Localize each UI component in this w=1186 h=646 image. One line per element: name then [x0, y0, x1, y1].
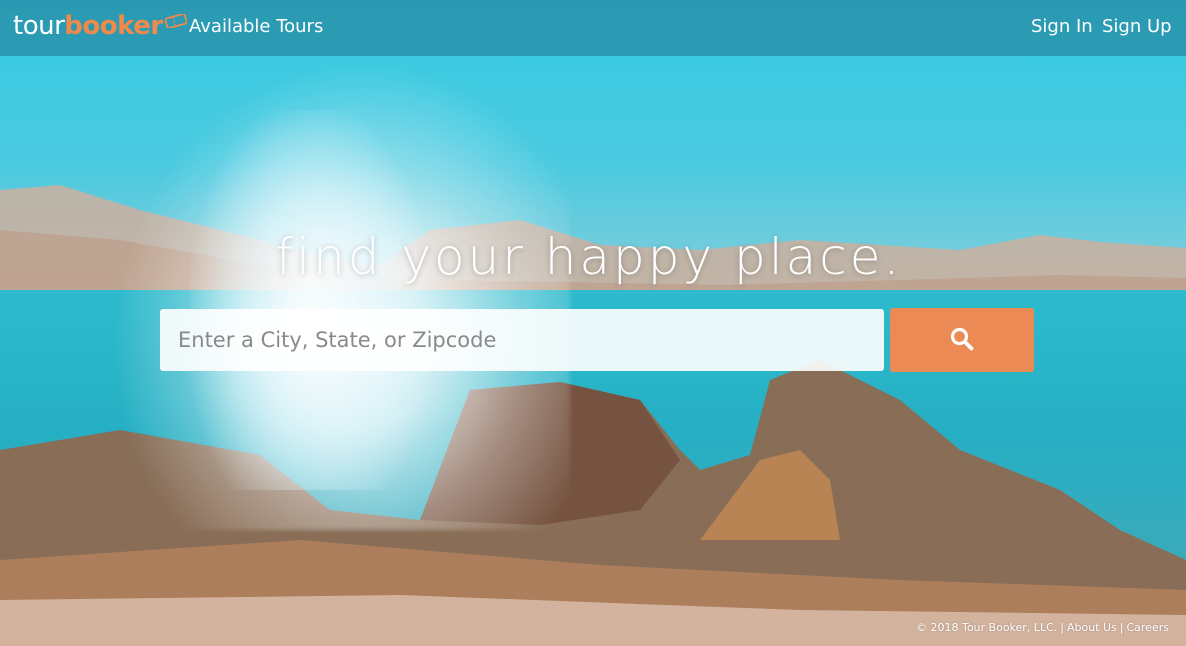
hero-headline: find your happy place. — [275, 228, 903, 286]
footer-separator: | — [1060, 621, 1064, 634]
footer-separator: | — [1119, 621, 1124, 634]
nav-sign-up[interactable]: Sign Up — [1102, 15, 1172, 39]
search-icon — [949, 326, 975, 355]
nav-available-tours[interactable]: Available Tours — [189, 15, 323, 39]
copyright-text: © 2018 Tour Booker, LLC. — [915, 621, 1058, 634]
footer-link-careers[interactable]: Careers — [1127, 621, 1170, 635]
top-navbar: tour booker Available Tours Sign In Sign … — [0, 0, 1186, 56]
location-search-input[interactable] — [160, 309, 884, 371]
page-footer: © 2018 Tour Booker, LLC. | About Us | Ca… — [916, 621, 1169, 635]
logo-text-tour: tour — [13, 11, 65, 41]
footer-link-about[interactable]: About Us — [1067, 621, 1117, 635]
nav-sign-in[interactable]: Sign In — [1031, 15, 1093, 39]
tourbooker-logo[interactable]: tour booker — [13, 8, 188, 44]
ticket-icon — [164, 2, 188, 38]
search-button[interactable] — [890, 308, 1034, 372]
logo-text-booker: booker — [64, 11, 163, 41]
